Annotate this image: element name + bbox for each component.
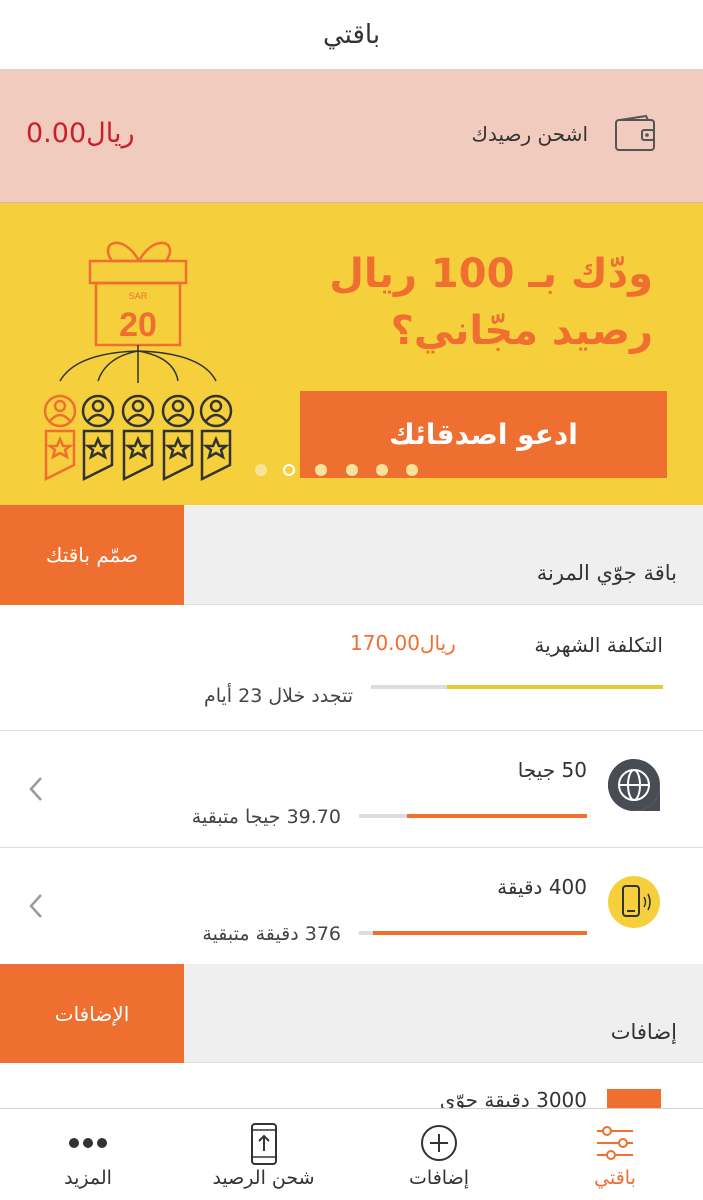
- minutes-usage-row[interactable]: 400 دقيقة 376 دقيقة متبقية: [0, 848, 703, 965]
- tab-more[interactable]: المزيد: [0, 1109, 176, 1200]
- renew-countdown: تتجدد خلال 23 أيام: [203, 685, 353, 707]
- tab-my-plan[interactable]: باقتي: [527, 1109, 703, 1200]
- tab-addons[interactable]: إضافات: [351, 1109, 527, 1200]
- more-dots-icon: [69, 1138, 107, 1148]
- carousel-dots[interactable]: [255, 462, 425, 478]
- data-allowance: 50 جيجا: [517, 758, 587, 782]
- monthly-cost-block: التكلفة الشهرية 170.00ريال تتجدد خلال 23…: [0, 605, 703, 731]
- renew-progress-bar: [371, 685, 663, 689]
- plus-circle-icon: [421, 1125, 457, 1161]
- tab-label: المزيد: [64, 1167, 112, 1189]
- carousel-dot[interactable]: [315, 464, 327, 476]
- chevron-left-icon[interactable]: [26, 775, 46, 803]
- carousel-dot[interactable]: [255, 464, 267, 476]
- minutes-remaining: 376 دقيقة متبقية: [202, 923, 341, 945]
- renew-progress-fill: [446, 685, 663, 689]
- addons-section-header: إضافات الإضافات: [0, 964, 703, 1063]
- monthly-cost-label: التكلفة الشهرية: [534, 633, 663, 657]
- tab-label: إضافات: [409, 1167, 469, 1189]
- addon-item-label: 3000 دقيقة جوّي: [439, 1088, 587, 1108]
- gift-currency: SAR: [129, 291, 148, 301]
- phone-icon: [608, 876, 660, 928]
- gift-value: 20: [119, 306, 157, 344]
- addon-list-item[interactable]: 3000 دقيقة جوّي: [0, 1063, 703, 1108]
- data-usage-row[interactable]: 50 جيجا 39.70 جيجا متبقية: [0, 731, 703, 848]
- tab-label: شحن الرصيد: [212, 1167, 315, 1189]
- addons-button[interactable]: الإضافات: [0, 964, 184, 1063]
- plan-title: باقة جوّي المرنة: [536, 561, 677, 585]
- carousel-dot-active[interactable]: [283, 464, 295, 476]
- monthly-cost-value: 170.00ريال: [350, 631, 456, 655]
- chevron-left-icon[interactable]: [26, 892, 46, 920]
- promo-banner[interactable]: SAR 20 ودّك بـ 100 ريال رصيد مجّاني؟ ادع…: [0, 203, 703, 505]
- tab-recharge[interactable]: شحن الرصيد: [176, 1109, 351, 1200]
- minutes-allowance: 400 دقيقة: [497, 875, 587, 899]
- carousel-dot[interactable]: [406, 464, 418, 476]
- sliders-icon: [597, 1126, 633, 1160]
- carousel-dot[interactable]: [346, 464, 358, 476]
- balance-amount: 0.00ريال: [26, 118, 135, 149]
- globe-icon: [608, 759, 660, 811]
- plan-section-header: باقة جوّي المرنة صمّم باقتك: [0, 505, 703, 605]
- gift-referral-illustration: SAR 20: [43, 241, 233, 482]
- jawwy-logo-icon: [607, 1089, 661, 1108]
- minutes-progress-bar: [359, 931, 587, 935]
- wallet-icon: [615, 114, 655, 151]
- carousel-dot[interactable]: [376, 464, 388, 476]
- minutes-progress-fill: [372, 931, 587, 935]
- topup-label[interactable]: اشحن رصيدك: [472, 122, 588, 146]
- data-progress-fill: [406, 814, 587, 818]
- addons-title: إضافات: [610, 1020, 677, 1044]
- phone-upload-icon: [250, 1123, 277, 1165]
- banner-headline-line2: رصيد مجّاني؟: [390, 308, 653, 354]
- page-title: باقتي: [322, 19, 381, 50]
- data-remaining: 39.70 جيجا متبقية: [191, 806, 341, 828]
- tab-label: باقتي: [594, 1167, 636, 1189]
- design-plan-button[interactable]: صمّم باقتك: [0, 505, 184, 605]
- data-progress-bar: [359, 814, 587, 818]
- bottom-tab-bar: باقتي إضافات شحن الرصيد المزيد: [0, 1108, 703, 1200]
- balance-bar[interactable]: اشحن رصيدك 0.00ريال: [0, 70, 703, 203]
- top-header: باقتي: [0, 0, 703, 70]
- banner-headline-line1: ودّك بـ 100 ريال: [329, 251, 653, 297]
